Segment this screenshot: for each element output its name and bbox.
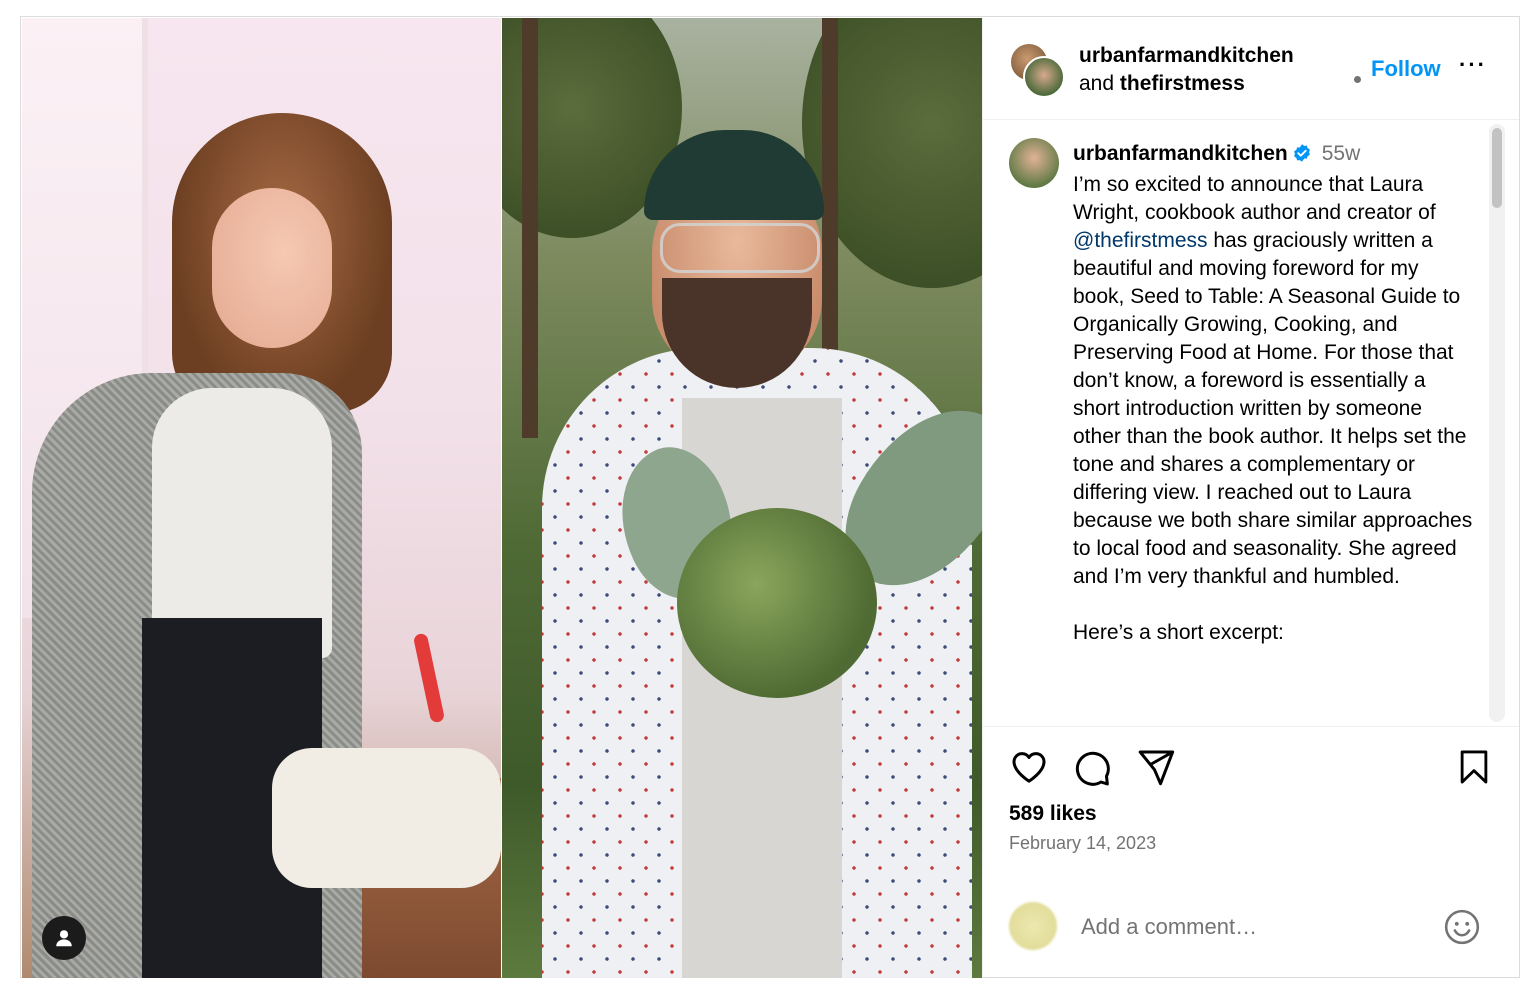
avatar (1009, 902, 1057, 950)
mention-link[interactable]: @thefirstmess (1073, 229, 1208, 252)
caption-text-part1: I’m so excited to announce that Laura Wr… (1073, 173, 1436, 224)
photo-woman-in-kitchen (22, 18, 501, 978)
and-text: and (1079, 72, 1115, 95)
glasses-decor (660, 223, 820, 273)
post-modal: urbanfarmandkitchen and thefirstmess Fol… (20, 16, 1520, 978)
broccoli-decor (677, 508, 877, 698)
caption-text: I’m so excited to announce that Laura Wr… (1073, 171, 1473, 647)
paper-plane-icon[interactable] (1136, 747, 1176, 792)
like-count[interactable]: 589 likes (1009, 802, 1097, 826)
follow-button[interactable]: Follow (1371, 56, 1441, 82)
post-date: February 14, 2023 (1009, 833, 1157, 853)
verified-badge-icon (1292, 143, 1312, 171)
avatar[interactable] (1023, 56, 1065, 98)
towel-decor (272, 748, 501, 888)
caption-text-part2: has graciously written a beautiful and m… (1073, 229, 1473, 588)
comment-bubble-icon[interactable] (1072, 747, 1112, 792)
post-side-panel: urbanfarmandkitchen and thefirstmess Fol… (982, 18, 1519, 978)
face-decor (212, 188, 332, 348)
avatar[interactable] (1009, 138, 1059, 188)
separator-dot (1354, 76, 1361, 83)
caption-paragraph: Here’s a short excerpt: (1073, 621, 1284, 644)
comment-input[interactable] (1079, 906, 1423, 948)
scrollbar[interactable] (1489, 124, 1505, 722)
smiley-icon[interactable] (1443, 908, 1481, 951)
caption-scroll-area[interactable]: urbanfarmandkitchen 55w I’m so excited to… (983, 120, 1519, 727)
heart-icon[interactable] (1009, 747, 1049, 792)
more-options-button[interactable]: ··· (1459, 52, 1487, 78)
bookmark-icon[interactable] (1455, 747, 1493, 792)
post-header: urbanfarmandkitchen and thefirstmess Fol… (983, 18, 1519, 120)
tree-trunk-decor (522, 18, 538, 438)
post-time[interactable]: 55w (1322, 142, 1361, 165)
photo-man-with-broccoli (502, 18, 982, 978)
action-bar (983, 727, 1519, 787)
spatula-decor (412, 632, 446, 724)
caption-username[interactable]: urbanfarmandkitchen (1073, 142, 1288, 165)
username-link[interactable]: urbanfarmandkitchen (1079, 44, 1294, 67)
caption: urbanfarmandkitchen 55w I’m so excited to… (1073, 140, 1473, 647)
comment-composer (983, 888, 1519, 968)
collab-usernames: urbanfarmandkitchen and thefirstmess (1079, 42, 1294, 98)
scrollbar-thumb[interactable] (1492, 128, 1502, 208)
collab-username-link[interactable]: thefirstmess (1120, 72, 1245, 95)
post-media[interactable] (22, 18, 982, 978)
collab-avatars[interactable] (1009, 42, 1065, 98)
user-tag-icon[interactable] (42, 916, 86, 960)
